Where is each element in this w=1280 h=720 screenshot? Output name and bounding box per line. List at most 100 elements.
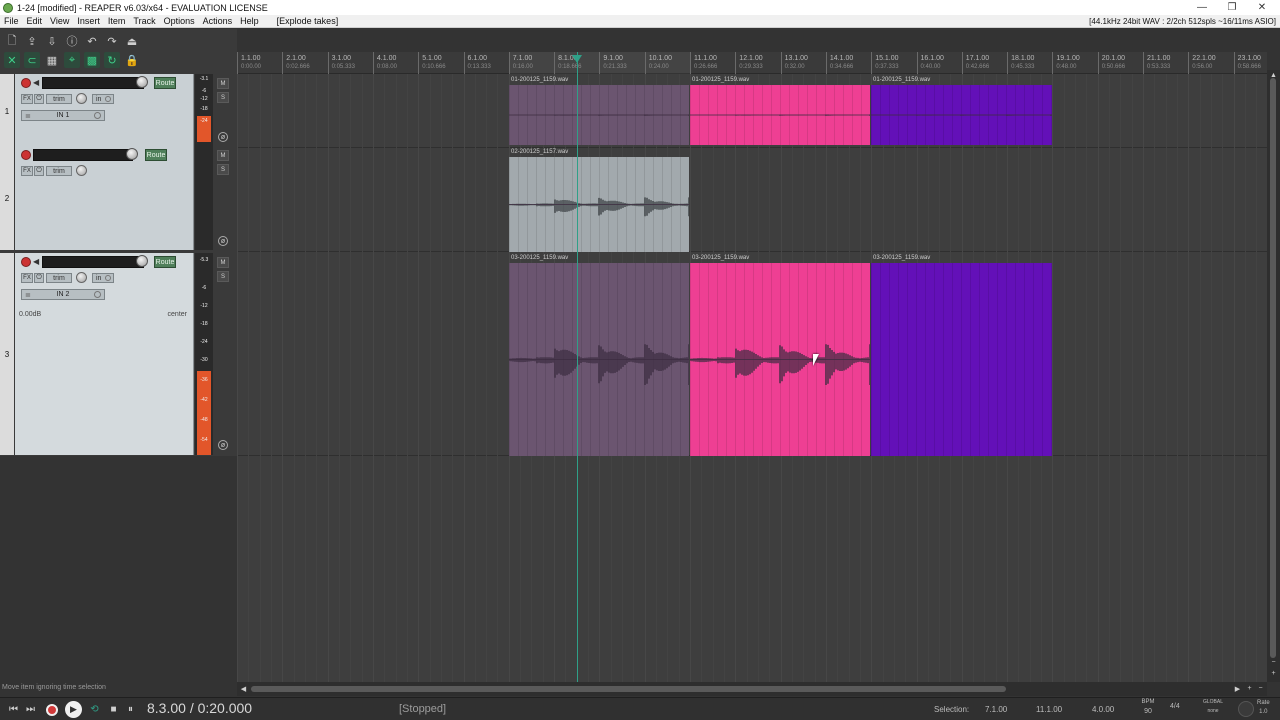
volume-knob[interactable] xyxy=(126,148,138,160)
zoom-in-horizontal-icon[interactable]: + xyxy=(1245,684,1254,693)
edit-cursor-marker[interactable] xyxy=(572,55,582,63)
restore-button[interactable]: ❐ xyxy=(1217,0,1247,15)
lock-icon[interactable]: 🔒 xyxy=(124,52,140,68)
fx-bypass-icon[interactable]: ⏻ xyxy=(34,94,44,104)
pan-knob[interactable] xyxy=(76,165,87,176)
save-project-icon[interactable]: ⇩ xyxy=(44,33,60,49)
route-button[interactable]: Route xyxy=(145,149,167,161)
pan-knob[interactable] xyxy=(76,272,87,283)
item-grouping-icon[interactable]: ⊂ xyxy=(24,52,40,68)
go-to-start-icon[interactable]: ⏮ xyxy=(5,701,22,718)
track-name-field[interactable] xyxy=(42,77,144,89)
metronome-icon[interactable]: ⏏ xyxy=(124,33,140,49)
vertical-scroll-thumb[interactable] xyxy=(1270,78,1276,658)
mute-button[interactable]: M xyxy=(217,78,229,89)
horizontal-scroll-thumb[interactable] xyxy=(251,686,1006,692)
fx-button[interactable]: FX xyxy=(21,273,33,283)
audio-device-status[interactable]: [44.1kHz 24bit WAV : 2/2ch 512spls ~16/1… xyxy=(1089,15,1276,28)
snap-icon[interactable]: ⌖ xyxy=(64,52,80,68)
fx-button[interactable]: FX xyxy=(21,94,33,104)
media-item[interactable] xyxy=(509,157,689,252)
timeline-ruler[interactable]: 1.1.00 0:00.00 2.1.00 0:02.666 3.1.00 0:05.33… xyxy=(237,52,1267,74)
menu-view[interactable]: View xyxy=(46,15,73,28)
pause-button[interactable]: ⏸ xyxy=(122,701,139,718)
menu-help[interactable]: Help xyxy=(236,15,263,28)
record-arm-button[interactable] xyxy=(21,257,31,267)
solo-button[interactable]: S xyxy=(217,164,229,175)
stop-button[interactable]: ■ xyxy=(105,701,122,718)
track-name-field[interactable] xyxy=(33,149,133,161)
automation-mode-button[interactable]: trim xyxy=(46,273,72,283)
menu-edit[interactable]: Edit xyxy=(23,15,47,28)
speaker-icon[interactable]: ◀ xyxy=(33,78,41,88)
track-number[interactable]: 1 xyxy=(0,74,14,148)
undo-icon[interactable]: ↶ xyxy=(84,33,100,49)
global-automation-button[interactable]: GLOBAL none xyxy=(1196,699,1230,719)
volume-knob[interactable] xyxy=(136,255,148,267)
track-3[interactable]: 3 ◀ Route FX ⏻ trim in ≣ IN 2 0.00dB cent… xyxy=(0,253,237,455)
minimize-button[interactable]: — xyxy=(1187,0,1217,15)
transport-position[interactable]: 8.3.00 / 0:20.000 xyxy=(147,700,252,716)
fx-button[interactable]: FX xyxy=(21,166,33,176)
go-to-end-icon[interactable]: ⏭ xyxy=(22,701,39,718)
fx-bypass-icon[interactable]: ⏻ xyxy=(34,166,44,176)
ripple-editing-icon[interactable]: ✕ xyxy=(4,52,20,68)
solo-button[interactable]: S xyxy=(217,271,229,282)
new-project-icon[interactable]: 🗋 xyxy=(4,33,20,49)
route-button[interactable]: Route xyxy=(154,77,176,89)
time-signature[interactable]: 4/4 xyxy=(1170,703,1180,710)
media-item[interactable] xyxy=(690,85,870,145)
mute-button[interactable]: M xyxy=(217,257,229,268)
track-panel[interactable]: ◀ Route FX ⏻ trim in ≣ IN 2 0.00dB center xyxy=(15,253,194,455)
playrate-knob[interactable] xyxy=(1238,701,1254,717)
media-item[interactable] xyxy=(509,85,689,145)
volume-knob[interactable] xyxy=(136,76,148,88)
media-item[interactable] xyxy=(871,85,1052,145)
phase-invert-icon[interactable]: ø xyxy=(218,236,228,246)
menu-options[interactable]: Options xyxy=(160,15,199,28)
mute-button[interactable]: M xyxy=(217,150,229,161)
phase-invert-icon[interactable]: ø xyxy=(218,440,228,450)
menu-track[interactable]: Track xyxy=(129,15,159,28)
track-panel[interactable]: ◀ Route FX ⏻ trim in ≣ IN 1 xyxy=(15,74,194,148)
arrange-view[interactable]: 1.1.00 0:00.00 2.1.00 0:02.666 3.1.00 0:05.33… xyxy=(237,52,1267,682)
route-button[interactable]: Route xyxy=(154,256,176,268)
input-monitor-button[interactable]: in xyxy=(92,94,114,104)
track-2[interactable]: 2 Route FX ⏻ trim M S ø xyxy=(0,146,237,250)
loop-points-icon[interactable]: ↻ xyxy=(104,52,120,68)
vertical-scrollbar[interactable]: ▲ − + xyxy=(1267,70,1280,682)
repeat-toggle-icon[interactable]: ⟲ xyxy=(86,701,103,718)
zoom-out-vertical-icon[interactable]: − xyxy=(1269,658,1278,667)
solo-button[interactable]: S xyxy=(217,92,229,103)
project-settings-icon[interactable]: ⓘ xyxy=(64,33,80,49)
track-panel[interactable]: Route FX ⏻ trim xyxy=(15,146,194,250)
menu-actions[interactable]: Actions xyxy=(199,15,237,28)
snap-grid-icon[interactable]: ▩ xyxy=(84,52,100,68)
zoom-in-vertical-icon[interactable]: + xyxy=(1269,669,1278,678)
menu-file[interactable]: File xyxy=(0,15,23,28)
scroll-right-icon[interactable]: ▶ xyxy=(1233,684,1242,693)
redo-icon[interactable]: ↷ xyxy=(104,33,120,49)
record-input-select[interactable]: ≣ IN 2 xyxy=(21,289,105,300)
automation-mode-button[interactable]: trim xyxy=(46,94,72,104)
edit-cursor[interactable] xyxy=(577,52,578,682)
input-monitor-button[interactable]: in xyxy=(92,273,114,283)
record-button[interactable] xyxy=(43,701,60,718)
menu-insert[interactable]: Insert xyxy=(73,15,104,28)
media-item[interactable] xyxy=(509,263,689,456)
menu-item[interactable]: Item xyxy=(104,15,130,28)
selection-start[interactable]: 7.1.00 xyxy=(985,705,1007,714)
phase-invert-icon[interactable]: ø xyxy=(218,132,228,142)
speaker-icon[interactable]: ◀ xyxy=(33,257,41,267)
media-item[interactable] xyxy=(690,263,870,456)
playrate-box[interactable]: Rate 1.0 xyxy=(1257,700,1270,715)
record-arm-button[interactable] xyxy=(21,150,31,160)
scroll-left-icon[interactable]: ◀ xyxy=(239,684,248,693)
record-input-select[interactable]: ≣ IN 1 xyxy=(21,110,105,121)
fx-bypass-icon[interactable]: ⏻ xyxy=(34,273,44,283)
play-button[interactable]: ▶ xyxy=(65,701,82,718)
zoom-out-horizontal-icon[interactable]: − xyxy=(1256,684,1265,693)
track-name-field[interactable] xyxy=(42,256,144,268)
open-project-icon[interactable]: ⇪ xyxy=(24,33,40,49)
bpm-box[interactable]: BPM 90 xyxy=(1130,699,1166,719)
